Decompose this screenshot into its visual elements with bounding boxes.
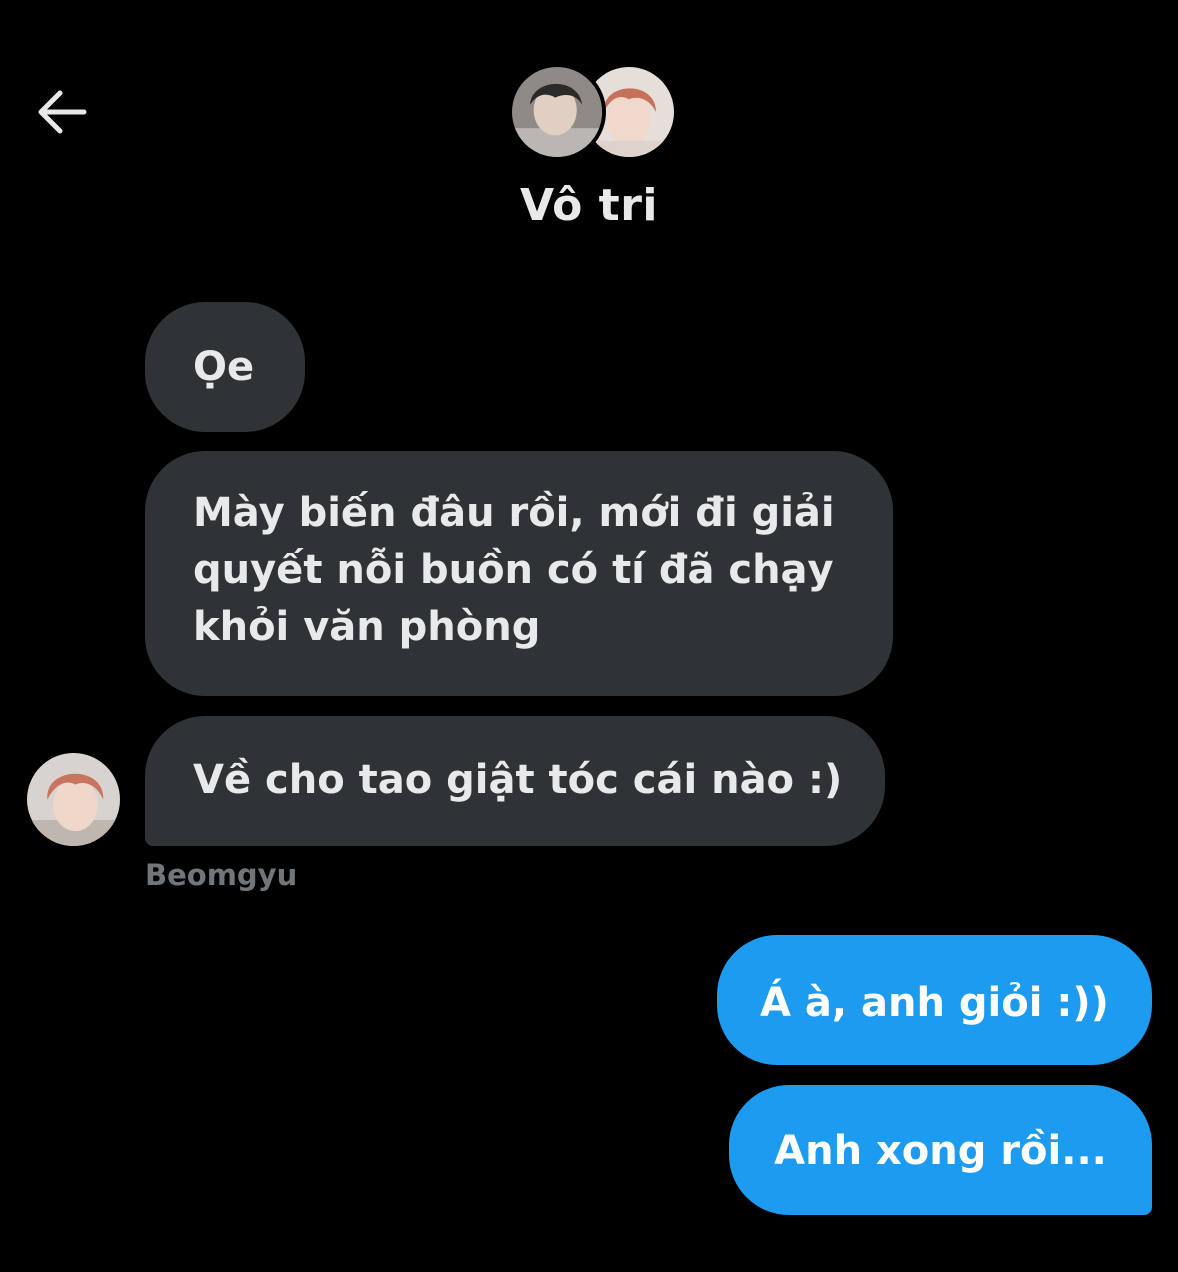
sender-name: Beomgyu (145, 858, 298, 892)
message-bubble-incoming[interactable]: Về cho tao giật tóc cái nào :) (145, 716, 885, 846)
message-bubble-outgoing[interactable]: Anh xong rồi... (729, 1085, 1152, 1215)
back-button[interactable] (30, 80, 94, 144)
message-bubble-incoming[interactable]: Mày biến đâu rồi, mới đi giải quyết nỗi … (145, 451, 893, 696)
group-member-avatar-1 (508, 63, 606, 161)
conversation-title[interactable]: Vô tri (0, 180, 1178, 231)
arrow-left-icon (38, 90, 87, 134)
sender-avatar[interactable] (27, 753, 120, 846)
message-bubble-outgoing[interactable]: Á à, anh giỏi :)) (717, 935, 1152, 1065)
message-bubble-incoming[interactable]: Ọe (145, 302, 305, 432)
group-avatars[interactable] (508, 63, 678, 161)
